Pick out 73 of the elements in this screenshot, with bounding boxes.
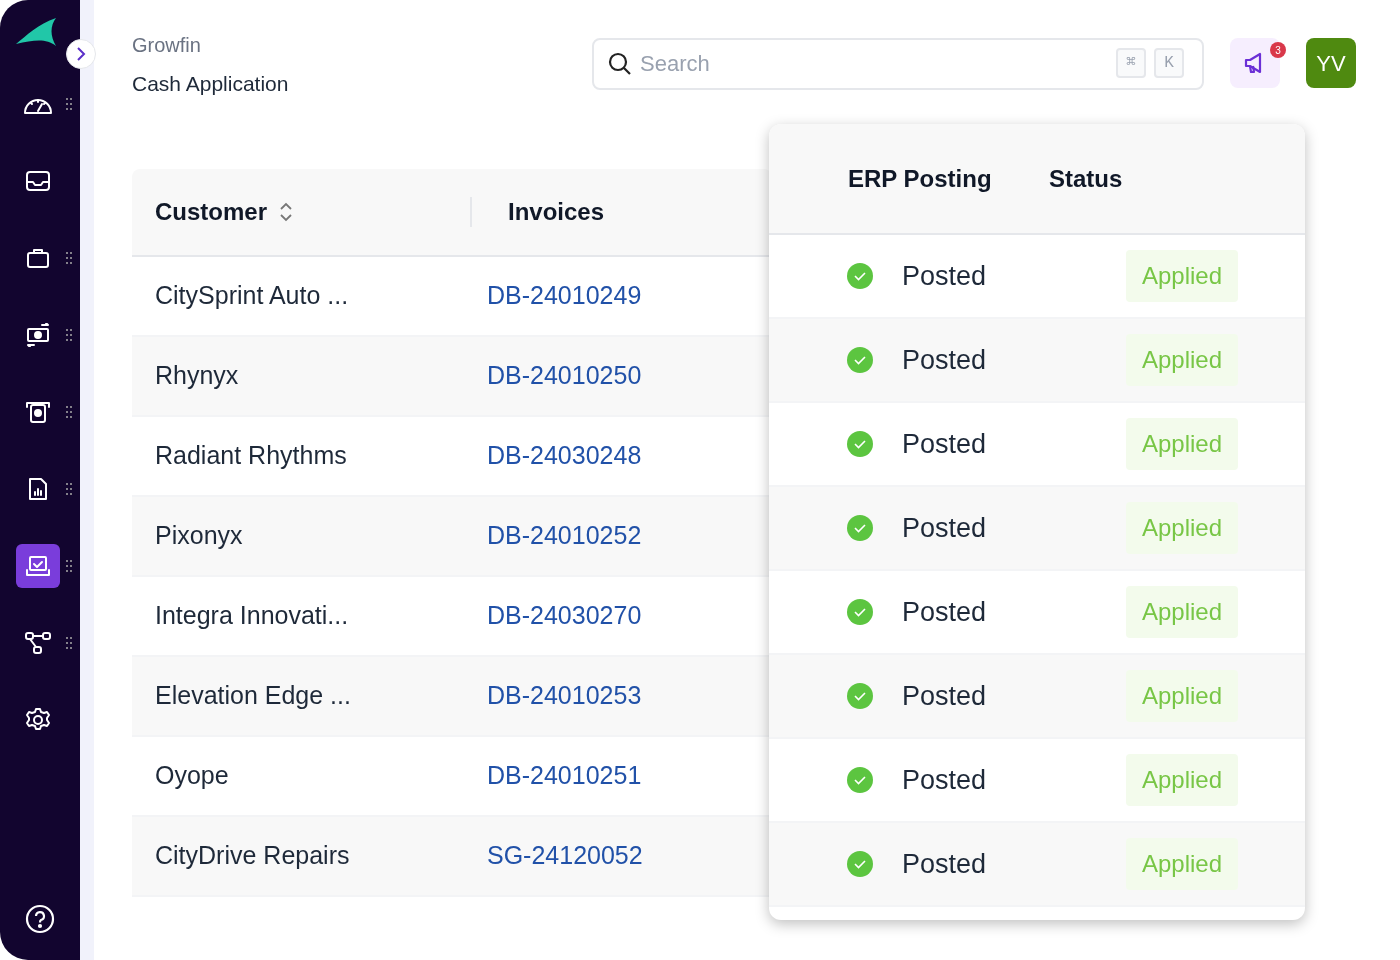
check-circle-icon: [846, 682, 874, 710]
search-icon: [608, 52, 632, 76]
status-badge: Applied: [1126, 418, 1239, 470]
drag-handle-icon: [66, 637, 72, 649]
invoice-link[interactable]: DB-24010251: [487, 756, 642, 795]
settings-icon: [25, 707, 51, 733]
check-circle-icon: [846, 346, 874, 374]
drag-handle-icon: [66, 98, 72, 110]
status-badge: Applied: [1126, 670, 1239, 722]
shortcut-key: K: [1154, 48, 1184, 78]
invoice-link[interactable]: DB-24030248: [487, 436, 642, 475]
check-circle-icon: [846, 262, 874, 290]
customer-name: CityDrive Repairs: [154, 839, 351, 871]
laptop-check-icon: [25, 555, 51, 577]
status-badge: Applied: [1126, 838, 1239, 890]
drag-handle-icon: [66, 329, 72, 341]
customer-name: CitySprint Auto ...: [154, 279, 350, 311]
erp-posting-status: Posted: [902, 763, 988, 797]
announcements-button[interactable]: [1230, 38, 1280, 88]
customer-name: Rhynyx: [154, 359, 240, 391]
customer-name: Oyope: [154, 759, 230, 791]
customer-name: Elevation Edge ...: [154, 679, 352, 711]
status-badge: Applied: [1126, 502, 1239, 554]
check-circle-icon: [846, 766, 874, 794]
inbox-icon: [25, 170, 51, 192]
cash-slot-icon: [25, 400, 51, 424]
erp-posting-status: Posted: [902, 595, 988, 629]
column-header: Status: [1049, 163, 1123, 194]
notification-badge: 3: [1270, 42, 1286, 58]
column-header: ERP Posting: [847, 163, 993, 194]
report-icon: [28, 477, 48, 501]
help-icon[interactable]: [25, 904, 55, 934]
erp-posting-status: Posted: [902, 427, 988, 461]
customer-name: Radiant Rhythms: [154, 439, 348, 471]
invoice-link[interactable]: DB-24010249: [487, 276, 642, 315]
flow-diagram-icon: [24, 631, 52, 655]
check-circle-icon: [846, 598, 874, 626]
erp-posting-status: Posted: [902, 343, 988, 377]
customer-name: Pixonyx: [154, 519, 244, 551]
drag-handle-icon: [66, 560, 72, 572]
chevron-right-icon: [76, 47, 86, 61]
check-circle-icon: [846, 430, 874, 458]
status-badge: Applied: [1126, 586, 1239, 638]
briefcase-icon: [26, 247, 50, 269]
erp-posting-status: Posted: [902, 259, 988, 293]
status-badge: Applied: [1126, 250, 1239, 302]
invoice-link[interactable]: DB-24010253: [487, 676, 642, 715]
breadcrumb: Growfin: [132, 33, 202, 58]
sort-icon[interactable]: [279, 200, 294, 223]
drag-handle-icon: [66, 483, 72, 495]
check-circle-icon: [846, 514, 874, 542]
check-circle-icon: [846, 850, 874, 878]
status-badge: Applied: [1126, 754, 1239, 806]
status-badge: Applied: [1126, 334, 1239, 386]
erp-posting-status: Posted: [902, 847, 988, 881]
logo-icon: [16, 18, 58, 46]
banknote-arrows-icon: [24, 323, 52, 347]
column-header: Invoices: [508, 196, 605, 227]
shortcut-key: ⌘: [1116, 48, 1146, 78]
erp-posting-status: Posted: [902, 511, 988, 545]
erp-posting-status: Posted: [902, 679, 988, 713]
drag-handle-icon: [66, 252, 72, 264]
invoice-link[interactable]: SG-24120052: [487, 836, 643, 875]
expand-button[interactable]: [66, 39, 96, 69]
page-title: Cash Application: [132, 71, 290, 97]
user-avatar[interactable]: YV: [1306, 38, 1356, 88]
customer-name: Integra Innovati...: [154, 599, 350, 631]
nav-item[interactable]: [16, 544, 60, 588]
invoice-link[interactable]: DB-24010250: [487, 356, 642, 395]
invoice-link[interactable]: DB-24010252: [487, 516, 642, 555]
column-header[interactable]: Customer: [155, 193, 268, 230]
invoice-link[interactable]: DB-24030270: [487, 596, 642, 635]
drag-handle-icon: [66, 406, 72, 418]
